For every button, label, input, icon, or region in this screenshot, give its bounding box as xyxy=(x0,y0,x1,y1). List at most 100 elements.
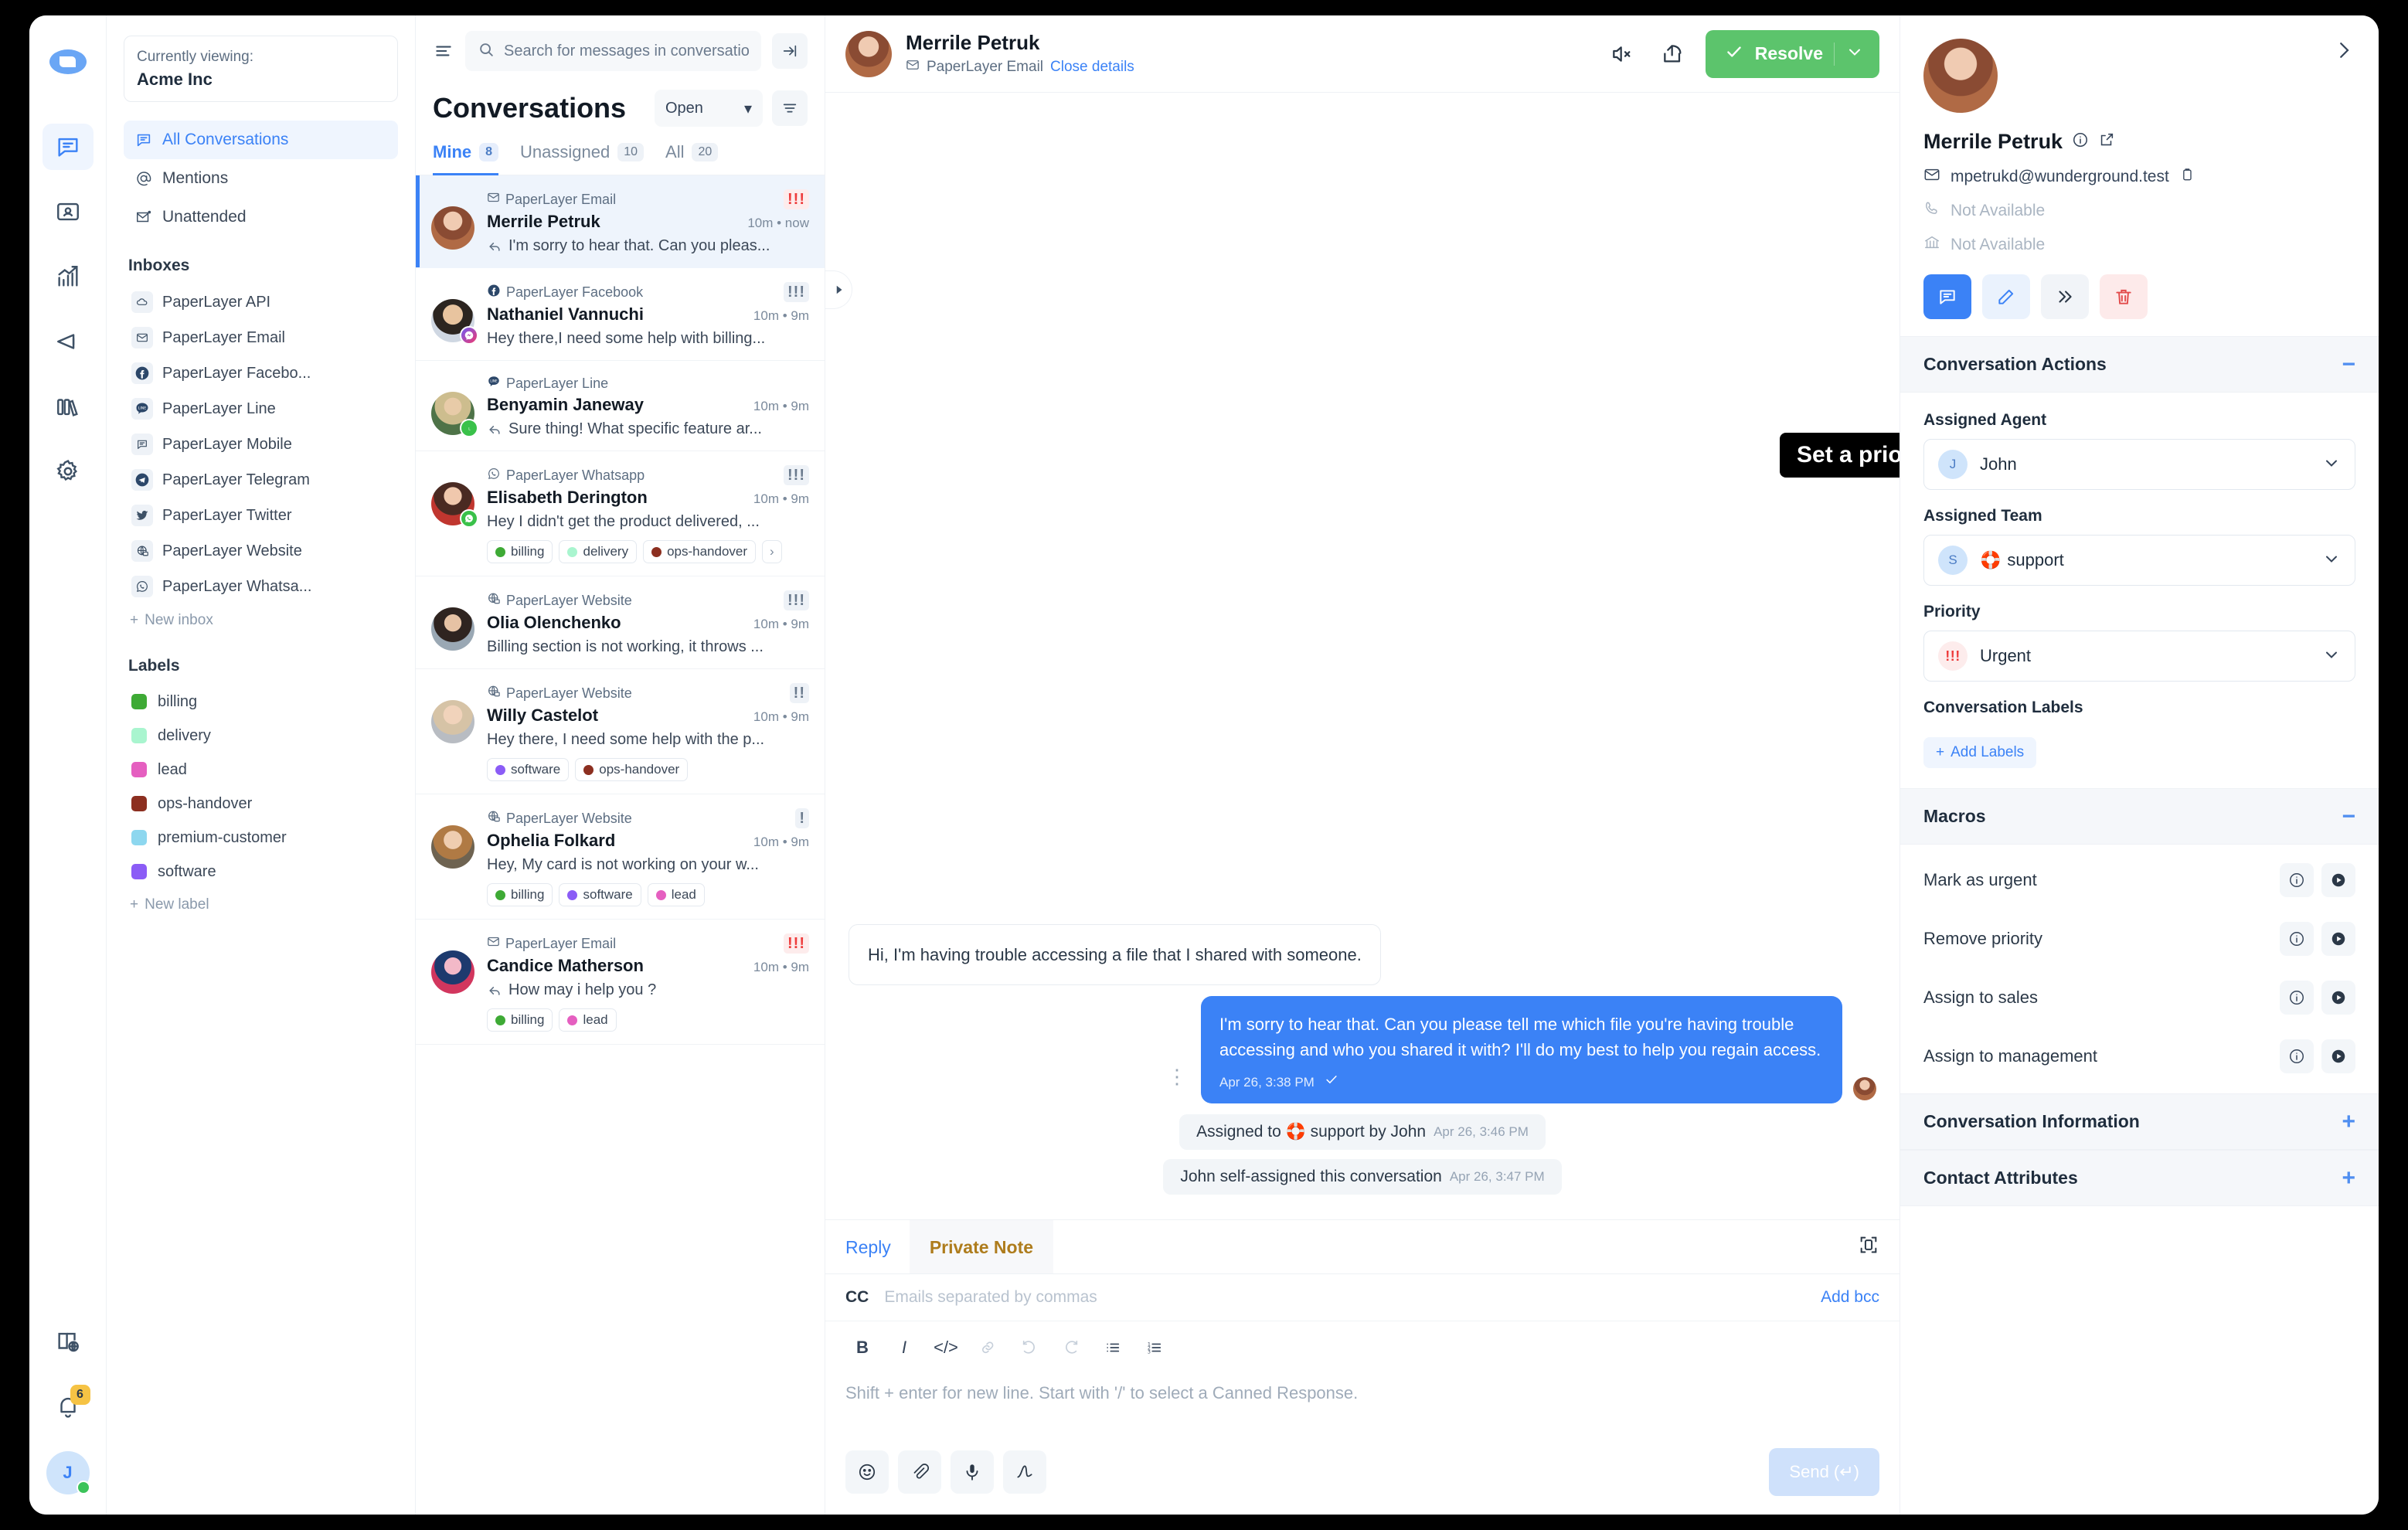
tab-private-note[interactable]: Private Note xyxy=(909,1220,1054,1273)
new-conversation-icon[interactable] xyxy=(1923,274,1971,319)
attachment-icon[interactable] xyxy=(898,1450,941,1494)
label-chip[interactable]: ops-handover xyxy=(643,540,757,563)
collapse-panel-chevron-icon[interactable] xyxy=(2332,39,2355,66)
rail-item-reports[interactable] xyxy=(43,253,94,300)
open-external-icon[interactable] xyxy=(2098,130,2115,154)
rail-item-portals[interactable] xyxy=(43,383,94,430)
assigned-agent-select[interactable]: J John xyxy=(1923,439,2355,490)
section-conversation-actions[interactable]: Conversation Actions − xyxy=(1900,336,2379,393)
sidebar-inbox-paperlayer-email[interactable]: PaperLayer Email xyxy=(124,320,398,355)
edit-pencil-icon[interactable] xyxy=(1982,274,2030,319)
label-chip[interactable]: billing xyxy=(487,883,553,906)
section-contact-attributes[interactable]: Contact Attributes + xyxy=(1900,1150,2379,1206)
microphone-icon[interactable] xyxy=(951,1450,994,1494)
conversation-list-item[interactable]: PaperLayer Website!! Willy Castelot 10m • … xyxy=(416,669,825,794)
italic-icon[interactable]: I xyxy=(887,1332,921,1363)
current-user-avatar[interactable]: J xyxy=(46,1451,90,1494)
label-chip[interactable]: billing xyxy=(487,1008,553,1032)
undo-icon[interactable] xyxy=(1012,1332,1046,1363)
bullet-list-icon[interactable] xyxy=(1096,1332,1130,1363)
sidebar-label-premium-customer[interactable]: premium-customer xyxy=(124,821,398,855)
chevron-down-icon[interactable] xyxy=(1845,42,1864,66)
sidebar-inbox-paperlayer-line[interactable]: LINE PaperLayer Line xyxy=(124,391,398,427)
delete-trash-icon[interactable] xyxy=(2100,274,2148,319)
rail-item-conversations[interactable] xyxy=(42,124,94,170)
resolve-button[interactable]: Resolve xyxy=(1705,29,1879,78)
code-icon[interactable]: </> xyxy=(929,1332,963,1363)
macro-info-icon[interactable] xyxy=(2280,1039,2314,1073)
assigned-team-select[interactable]: S 🛟 support xyxy=(1923,535,2355,586)
macro-info-icon[interactable] xyxy=(2280,863,2314,897)
priority-select[interactable]: !!! Urgent xyxy=(1923,631,2355,682)
tab-unassigned[interactable]: Unassigned 10 xyxy=(520,142,645,175)
label-chip[interactable]: lead xyxy=(647,883,705,906)
link-icon[interactable] xyxy=(971,1332,1005,1363)
rail-item-docs[interactable] xyxy=(43,1318,94,1365)
sidebar-inbox-paperlayer-api[interactable]: PaperLayer API xyxy=(124,284,398,320)
sidebar-inbox-paperlayer-website[interactable]: PaperLayer Website xyxy=(124,533,398,569)
search-input[interactable] xyxy=(504,42,749,60)
label-chip[interactable]: delivery xyxy=(559,540,638,563)
tab-all[interactable]: All 20 xyxy=(665,142,719,175)
message-options-icon[interactable]: ⋮ xyxy=(1167,1066,1187,1103)
conversation-list-item[interactable]: PaperLayer Email!!! Merrile Petruk 10m • n… xyxy=(416,175,825,268)
add-bcc-button[interactable]: Add bcc xyxy=(1821,1288,1879,1307)
emoji-icon[interactable] xyxy=(845,1450,889,1494)
label-chip[interactable]: ops-handover xyxy=(575,758,689,781)
conversation-list-item[interactable]: PaperLayer Facebook!!! Nathaniel Vannuchi… xyxy=(416,268,825,361)
conversation-list-item[interactable]: PaperLayer Email!!! Candice Matherson 10m … xyxy=(416,920,825,1045)
conversation-items[interactable]: PaperLayer Email!!! Merrile Petruk 10m • n… xyxy=(416,175,825,1515)
new-inbox-button[interactable]: + New inbox xyxy=(124,604,398,637)
sidebar-item-all-conversations[interactable]: All Conversations xyxy=(124,121,398,160)
expand-editor-icon[interactable] xyxy=(1858,1222,1879,1272)
new-label-button[interactable]: + New label xyxy=(124,889,398,921)
macro-run-icon[interactable] xyxy=(2321,922,2355,956)
menu-hamburger-icon[interactable] xyxy=(433,40,454,62)
rail-item-settings[interactable] xyxy=(43,448,94,495)
sidebar-inbox-paperlayer-facebook[interactable]: PaperLayer Facebo... xyxy=(124,355,398,391)
search-box[interactable] xyxy=(465,31,761,71)
info-icon[interactable] xyxy=(2072,130,2089,154)
sidebar-inbox-paperlayer-mobile[interactable]: PaperLayer Mobile xyxy=(124,427,398,462)
sidebar-label-delivery[interactable]: delivery xyxy=(124,719,398,753)
status-filter-select[interactable]: Open ▾ xyxy=(655,90,763,127)
signature-icon[interactable] xyxy=(1003,1450,1046,1494)
label-chip[interactable]: billing xyxy=(487,540,553,563)
sidebar-inbox-paperlayer-telegram[interactable]: PaperLayer Telegram xyxy=(124,462,398,498)
bold-icon[interactable]: B xyxy=(845,1332,879,1363)
sidebar-label-software[interactable]: software xyxy=(124,855,398,889)
mute-speaker-icon[interactable] xyxy=(1604,36,1641,73)
rail-item-campaigns[interactable] xyxy=(43,318,94,365)
label-chip[interactable]: software xyxy=(559,883,641,906)
macro-run-icon[interactable] xyxy=(2321,863,2355,897)
macro-info-icon[interactable] xyxy=(2280,922,2314,956)
macro-run-icon[interactable] xyxy=(2321,981,2355,1015)
sidebar-label-ops-handover[interactable]: ops-handover xyxy=(124,787,398,821)
copy-icon[interactable] xyxy=(2179,167,2195,187)
numbered-list-icon[interactable]: 123 xyxy=(1138,1332,1172,1363)
sidebar-inbox-paperlayer-whatsapp[interactable]: PaperLayer Whatsa... xyxy=(124,569,398,604)
rail-item-contacts[interactable] xyxy=(43,189,94,235)
send-button[interactable]: Send (↵) xyxy=(1769,1448,1879,1496)
conversation-list-item[interactable]: PaperLayer Whatsapp!!! Elisabeth Deringto… xyxy=(416,451,825,576)
sidebar-label-lead[interactable]: lead xyxy=(124,753,398,787)
add-labels-button[interactable]: + Add Labels xyxy=(1923,737,2037,768)
label-chip[interactable]: software xyxy=(487,758,570,781)
sidebar-inbox-paperlayer-twitter[interactable]: PaperLayer Twitter xyxy=(124,498,398,533)
conversation-list-item[interactable]: PaperLayer Website! Ophelia Folkard 10m • … xyxy=(416,794,825,920)
redo-icon[interactable] xyxy=(1054,1332,1088,1363)
filter-button[interactable] xyxy=(772,90,808,126)
share-icon[interactable] xyxy=(1655,36,1692,73)
tab-reply[interactable]: Reply xyxy=(845,1220,910,1273)
sidebar-item-mentions[interactable]: Mentions xyxy=(124,159,398,198)
tab-mine[interactable]: Mine 8 xyxy=(433,142,499,175)
cc-input[interactable] xyxy=(884,1288,1806,1307)
merge-icon[interactable] xyxy=(2041,274,2089,319)
more-labels-button[interactable]: › xyxy=(762,540,782,563)
section-macros[interactable]: Macros − xyxy=(1900,788,2379,845)
message-editor[interactable]: Shift + enter for new line. Start with '… xyxy=(825,1371,1900,1440)
expand-sidebar-toggle[interactable] xyxy=(825,270,852,309)
macro-info-icon[interactable] xyxy=(2280,981,2314,1015)
label-chip[interactable]: lead xyxy=(559,1008,617,1032)
conversation-list-item[interactable]: PaperLayer Website!!! Olia Olenchenko 10m … xyxy=(416,576,825,669)
